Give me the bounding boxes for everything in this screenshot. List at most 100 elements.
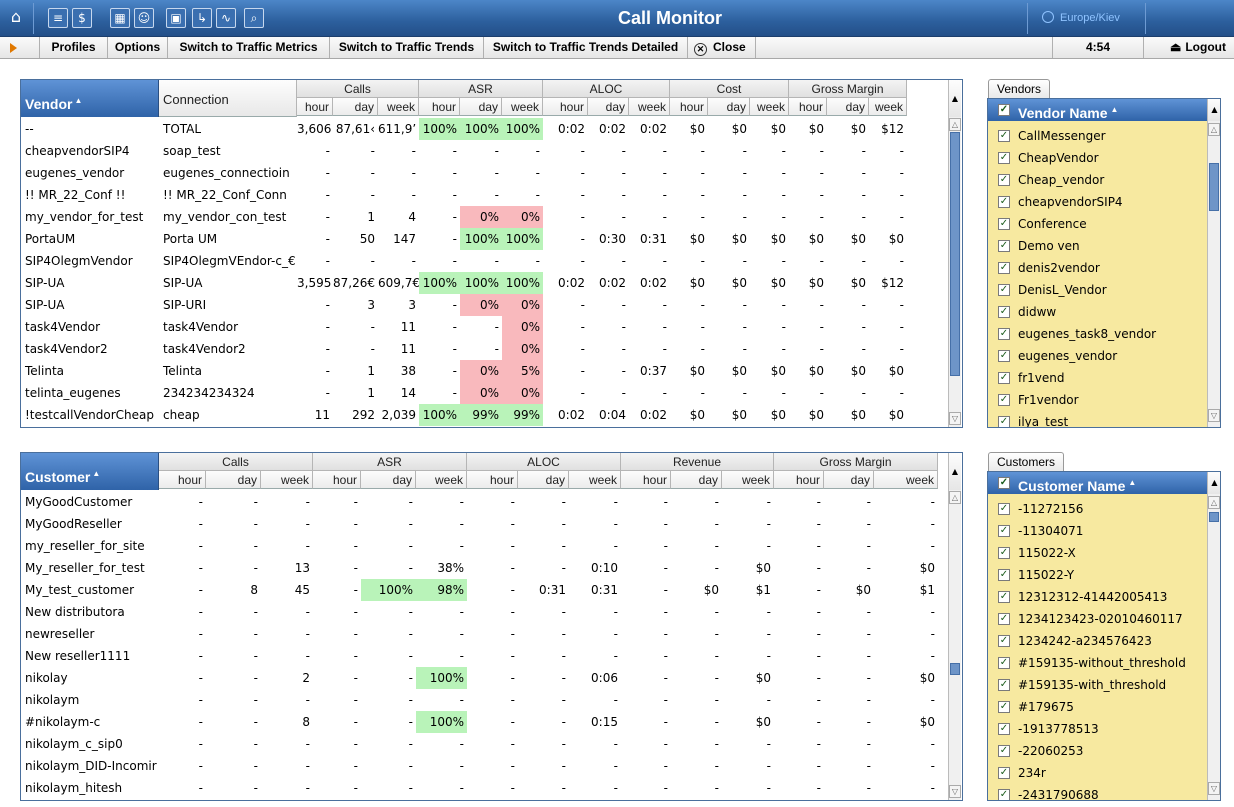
item-checkbox[interactable]: ✓ <box>998 745 1010 757</box>
customer_table-period-header[interactable]: hour <box>774 471 824 489</box>
vendor_table-row[interactable]: SIP4OlegmVendor SIP4OlegmVEndor-c_€ - - - - - -… <box>21 250 950 272</box>
customers_panel-item[interactable]: ✓ 115022-Y <box>988 564 1208 586</box>
search-icon[interactable]: ⌕ <box>244 8 264 28</box>
vendors_panel-item[interactable]: ✓ CallMessenger <box>988 125 1208 147</box>
vendors_panel-item[interactable]: ✓ CheapVendor <box>988 147 1208 169</box>
vendor_table-period-header[interactable]: week <box>629 98 670 116</box>
profiles-button[interactable]: Profiles <box>40 37 108 58</box>
customer_table-period-header[interactable]: week <box>416 471 467 489</box>
vendors_panel-item[interactable]: ✓ Conference <box>988 213 1208 235</box>
vendor_table-row[interactable]: -- TOTAL 3,606 87,61‹ 611,9’ 100% 100% 100% 0:02… <box>21 118 950 140</box>
vendors_panel-item[interactable]: ✓ DenisL_Vendor <box>988 279 1208 301</box>
network-icon[interactable]: ▣ <box>166 8 186 28</box>
grid-icon[interactable]: ▦ <box>110 8 130 28</box>
scroll-thumb[interactable] <box>1209 512 1219 522</box>
customers_panel-item[interactable]: ✓ -11304071 <box>988 520 1208 542</box>
customer_table-row[interactable]: My_reseller_for_test - - 13 - - 38% - - 0:10 - - $0 -… <box>21 557 950 579</box>
vendor_table-period-header[interactable]: hour <box>670 98 708 116</box>
vendor_table-connection-header[interactable]: Connection <box>159 80 297 117</box>
vendors_panel-item[interactable]: ✓ ilya_test <box>988 411 1208 427</box>
vendor_table-row[interactable]: eugenes_vendor eugenes_connectioin - - - - - - -… <box>21 162 950 184</box>
scroll-down-button[interactable]: ▽ <box>949 785 961 798</box>
vendors_panel-item[interactable]: ✓ Demo ven <box>988 235 1208 257</box>
item-checkbox[interactable]: ✓ <box>998 569 1010 581</box>
vendor_table-row[interactable]: !testcallVendorCheap cheap 11 292 2,039 100% 9… <box>21 404 950 426</box>
customer_table-row[interactable]: nikolaym_DID-Incomir - - - - - - - - - - - - - - - <box>21 755 950 777</box>
item-checkbox[interactable]: ✓ <box>998 789 1010 800</box>
customer_table-period-header[interactable]: week <box>569 471 621 489</box>
customer_table-period-header[interactable]: hour <box>159 471 206 489</box>
tab-vendors[interactable]: Vendors <box>988 79 1051 99</box>
vendor_table-period-header[interactable]: hour <box>297 98 333 116</box>
customer_table-row[interactable]: MyGoodReseller - - - - - - - - - - - - - - - <box>21 513 950 535</box>
customers_panel-item[interactable]: ✓ -22060253 <box>988 740 1208 762</box>
customer_table-row[interactable]: MyGoodCustomer - - - - - - - - - - - - - - - <box>21 491 950 513</box>
item-checkbox[interactable]: ✓ <box>998 350 1010 362</box>
customers_panel-item[interactable]: ✓ -1913778513 <box>988 718 1208 740</box>
vendors_panel-item[interactable]: ✓ Cheap_vendor <box>988 169 1208 191</box>
vendor_table-period-header[interactable]: day <box>827 98 869 116</box>
tab-customers[interactable]: Customers <box>988 452 1065 472</box>
customer_table-row[interactable]: nikolaym_hitesh - - - - - - - - - - - - - - - <box>21 777 950 799</box>
customer_table-row[interactable]: New reseller1111 - - - - - - - - - - - - - - - <box>21 645 950 667</box>
timezone-link[interactable]: Europe/Kiev <box>1042 11 1120 24</box>
item-checkbox[interactable]: ✓ <box>998 547 1010 559</box>
item-checkbox[interactable]: ✓ <box>998 262 1010 274</box>
scroll-thumb[interactable] <box>950 132 960 376</box>
vendor_table-row[interactable]: my_vendor_for_test my_vendor_con_test - 1 4 -… <box>21 206 950 228</box>
item-checkbox[interactable]: ✓ <box>998 635 1010 647</box>
item-checkbox[interactable]: ✓ <box>998 218 1010 230</box>
menu-arrow-button[interactable] <box>0 37 40 58</box>
item-checkbox[interactable]: ✓ <box>998 613 1010 625</box>
dollar-icon[interactable]: $ <box>72 8 92 28</box>
vendor_table-period-header[interactable]: day <box>708 98 750 116</box>
vendors_panel-item[interactable]: ✓ didww <box>988 301 1208 323</box>
item-checkbox[interactable]: ✓ <box>998 701 1010 713</box>
customer_table-row[interactable]: my_reseller_for_site - - - - - - - - - - - - - - - <box>21 535 950 557</box>
customers_panel-item[interactable]: ✓ #159135-without_threshold <box>988 652 1208 674</box>
item-checkbox[interactable]: ✓ <box>998 591 1010 603</box>
item-checkbox[interactable]: ✓ <box>998 130 1010 142</box>
select-all-checkbox[interactable]: ✓ <box>998 104 1010 116</box>
vendor_table-row[interactable]: !! MR_22_Conf !! !! MR_22_Conf_Conn - - - - - -… <box>21 184 950 206</box>
item-checkbox[interactable]: ✓ <box>998 196 1010 208</box>
customer_table-period-header[interactable]: hour <box>313 471 361 489</box>
vendors_panel-item[interactable]: ✓ denis2vendor <box>988 257 1208 279</box>
customer_table-period-header[interactable]: day <box>518 471 569 489</box>
customers_panel-scrollbar[interactable]: △ ▽ ▲ <box>1207 472 1220 800</box>
customer_table-row[interactable]: My_test_customer -8 45-100% 98% -0:31 0:31- $0… <box>21 579 950 601</box>
vendors_panel-item[interactable]: ✓ fr1vend <box>988 367 1208 389</box>
options-button[interactable]: Options <box>108 37 168 58</box>
item-checkbox[interactable]: ✓ <box>998 152 1010 164</box>
customer_table-period-header[interactable]: day <box>824 471 874 489</box>
customer_table-period-header[interactable]: week <box>874 471 938 489</box>
vendor_table-period-header[interactable]: hour <box>543 98 588 116</box>
vendor_table-row[interactable]: telinta_eugenes 234234234324-1 14-0% 0% - - - -… <box>21 382 950 404</box>
scroll-up-button[interactable]: △ <box>949 118 961 131</box>
vendors_panel-item[interactable]: ✓ Fr1vendor <box>988 389 1208 411</box>
vendor_table-period-header[interactable]: day <box>460 98 502 116</box>
customer_table-period-header[interactable]: day <box>361 471 416 489</box>
customer_table-name-header[interactable]: Customer ▲ <box>21 453 159 490</box>
item-checkbox[interactable]: ✓ <box>998 679 1010 691</box>
customer_table-period-header[interactable]: week <box>722 471 774 489</box>
vendor_table-period-header[interactable]: day <box>588 98 629 116</box>
item-checkbox[interactable]: ✓ <box>998 657 1010 669</box>
customer_table-period-header[interactable]: hour <box>621 471 671 489</box>
customer_table-scrollbar[interactable]: ▲ △ ▽ <box>948 453 961 800</box>
customer_table-period-header[interactable]: hour <box>467 471 518 489</box>
vendor_table-period-header[interactable]: week <box>750 98 789 116</box>
vendors_panel-item[interactable]: ✓ cheapvendorSIP4 <box>988 191 1208 213</box>
vendors_panel-item[interactable]: ✓ eugenes_vendor <box>988 345 1208 367</box>
vendor_table-period-header[interactable]: day <box>333 98 378 116</box>
item-checkbox[interactable]: ✓ <box>998 284 1010 296</box>
item-checkbox[interactable]: ✓ <box>998 416 1010 427</box>
vendors_panel-item[interactable]: ✓ eugenes_task8_vendor <box>988 323 1208 345</box>
vendor_table-period-header[interactable]: week <box>502 98 543 116</box>
customer_table-period-header[interactable]: day <box>206 471 261 489</box>
vendor_table-row[interactable]: task4Vendor task4Vendor - -11- -0% - - - - - - - - - <box>21 316 950 338</box>
vendor_table-period-header[interactable]: week <box>869 98 907 116</box>
vendors_panel-header[interactable]: ✓ Vendor Name ▲ <box>988 99 1220 121</box>
vendor_table-row[interactable]: PortaUM Porta UM -50 147-100% 100% -0:30 0:31 $… <box>21 228 950 250</box>
list-icon[interactable]: ≡ <box>48 8 68 28</box>
